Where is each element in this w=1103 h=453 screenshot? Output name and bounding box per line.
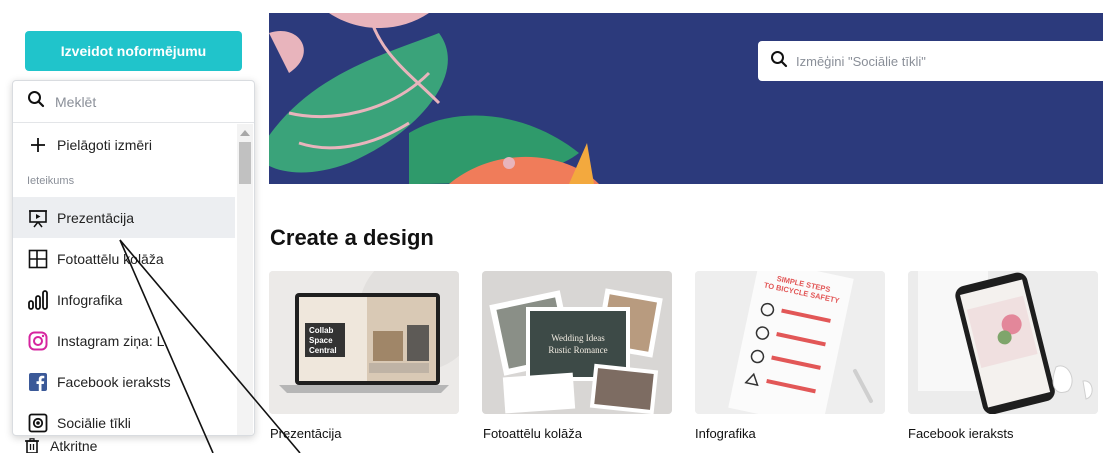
collage-thumbnail: Wedding Ideas Rustic Romance	[482, 271, 672, 414]
design-type-dropdown: Meklēt Pielāgoti izmēri Ieteikums Prezen…	[12, 80, 255, 436]
svg-text:Space: Space	[309, 336, 333, 345]
presentation-icon	[27, 207, 49, 229]
menu-item-label: Fotoattēlu kolāža	[57, 250, 164, 267]
search-input[interactable]: Meklēt	[55, 94, 96, 110]
menu-item-facebook[interactable]: Facebook ieraksts	[13, 361, 235, 402]
scroll-up-arrow-icon[interactable]	[240, 130, 250, 136]
instagram-icon	[27, 330, 49, 352]
design-card-infographic[interactable]: SIMPLE STEPS TO BICYCLE SAFETY	[695, 271, 885, 414]
trash-label: Atkritne	[50, 438, 98, 453]
sidebar-item-trash[interactable]: Atkritne	[24, 438, 97, 453]
hero-banner: Izmēģini "Sociālie tīkli"	[269, 13, 1103, 184]
design-card-presentation[interactable]: Collab Space Central	[269, 271, 459, 414]
create-design-button[interactable]: Izveidot noformējumu	[25, 31, 242, 71]
phone-thumbnail	[908, 271, 1098, 414]
menu-item-infographic[interactable]: Infografika	[13, 279, 235, 320]
design-card-label: Facebook ieraksts	[908, 426, 1014, 441]
laptop-thumbnail: Collab Space Central	[269, 271, 459, 414]
menu-item-instagram[interactable]: Instagram ziņa: L	[13, 320, 235, 361]
design-card-collage[interactable]: Wedding Ideas Rustic Romance	[482, 271, 672, 414]
scroll-thumb[interactable]	[239, 142, 251, 184]
menu-item-presentation[interactable]: Prezentācija	[13, 197, 235, 238]
menu-item-collage[interactable]: Fotoattēlu kolāža	[13, 238, 235, 279]
svg-text:Central: Central	[309, 346, 337, 355]
menu-item-label: Facebook ieraksts	[57, 373, 171, 390]
design-card-facebook[interactable]	[908, 271, 1098, 414]
dropdown-search[interactable]: Meklēt	[13, 81, 254, 123]
design-card-label: Infografika	[695, 426, 756, 441]
svg-text:Collab: Collab	[309, 326, 334, 335]
search-icon	[770, 50, 788, 73]
dropdown-scrollbar[interactable]	[237, 124, 253, 435]
search-icon	[27, 90, 45, 113]
section-label: Ieteikums	[27, 175, 75, 187]
menu-item-label: Sociālie tīkli	[57, 414, 131, 431]
design-type-list: Pielāgoti izmēri Ieteikums Prezentācija …	[13, 124, 235, 435]
infographic-thumbnail: SIMPLE STEPS TO BICYCLE SAFETY	[695, 271, 885, 414]
trash-icon	[24, 438, 40, 453]
create-design-heading: Create a design	[270, 225, 434, 250]
plus-icon	[27, 134, 49, 156]
menu-item-label: Prezentācija	[57, 209, 135, 226]
hero-search-bar[interactable]: Izmēģini "Sociālie tīkli"	[758, 41, 1103, 81]
social-icon	[27, 412, 49, 434]
infographic-icon	[27, 289, 49, 311]
design-card-label: Fotoattēlu kolāža	[483, 426, 583, 441]
hero-leaves-illustration	[269, 13, 599, 184]
menu-item-label: Instagram ziņa: L	[57, 332, 165, 349]
collage-icon	[27, 248, 49, 270]
custom-size-label: Pielāgoti izmēri	[57, 136, 152, 153]
custom-size-item[interactable]: Pielāgoti izmēri	[13, 124, 235, 165]
svg-text:Wedding Ideas: Wedding Ideas	[551, 333, 605, 343]
hero-search-input[interactable]: Izmēģini "Sociālie tīkli"	[796, 54, 926, 69]
facebook-icon	[27, 371, 49, 393]
menu-item-label: Infografika	[57, 291, 123, 308]
svg-text:Rustic Romance: Rustic Romance	[548, 345, 607, 355]
menu-item-social[interactable]: Sociālie tīkli	[13, 402, 235, 435]
design-card-label: Prezentācija	[270, 426, 342, 441]
